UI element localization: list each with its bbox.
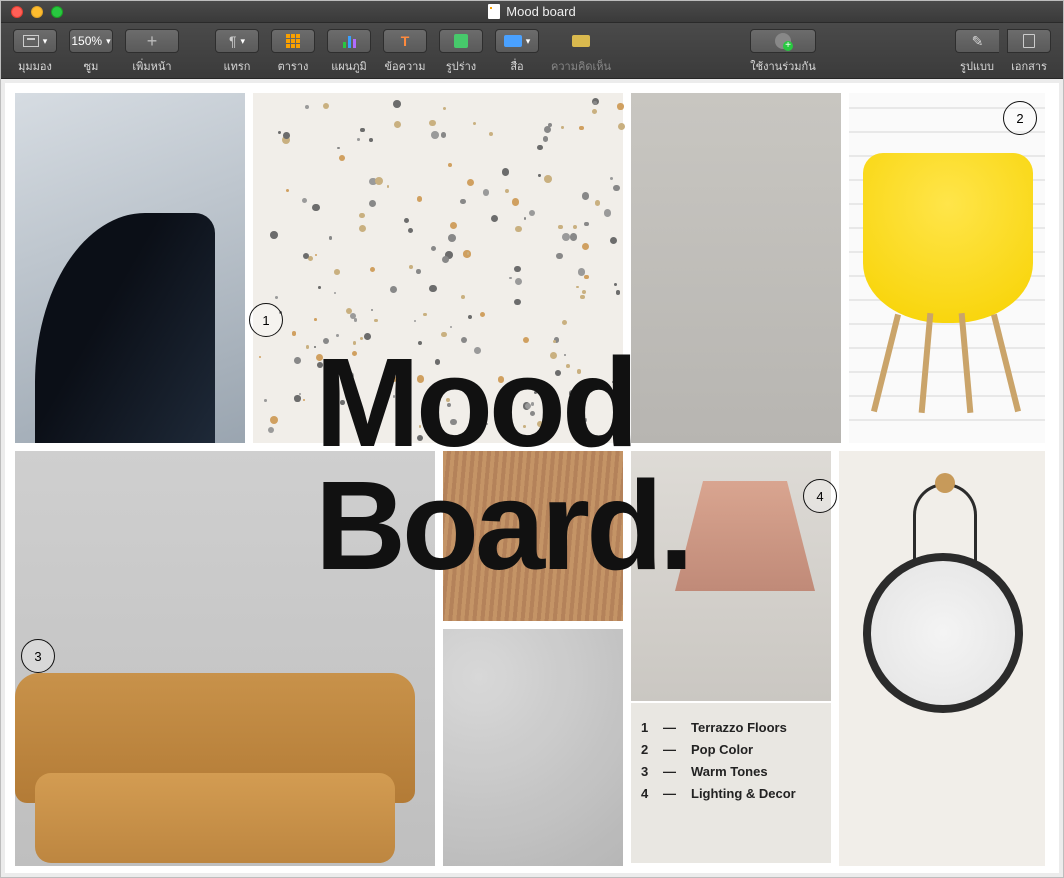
shape-icon — [454, 34, 468, 48]
callout-2[interactable]: 2 — [1003, 101, 1037, 135]
media-icon — [504, 35, 522, 47]
legend-row: 2 — Pop Color — [641, 739, 821, 761]
close-button[interactable] — [11, 6, 23, 18]
format-button[interactable]: ✎ รูปแบบ — [951, 27, 1003, 75]
legend-num: 4 — [641, 783, 653, 805]
image-armchair[interactable] — [15, 93, 245, 443]
legend-label: Warm Tones — [691, 761, 768, 783]
legend-label: Terrazzo Floors — [691, 717, 787, 739]
callout-3[interactable]: 3 — [21, 639, 55, 673]
legend-panel[interactable]: 1 — Terrazzo Floors 2 — Pop Color 3 — Warm Tones… — [631, 703, 831, 863]
document-button[interactable]: เอกสาร — [1003, 27, 1055, 75]
plus-icon: + — [147, 31, 158, 52]
titlebar: Mood board — [1, 1, 1063, 23]
document-icon — [488, 4, 500, 19]
image-leather-sofa[interactable] — [15, 643, 415, 863]
zoom-button[interactable]: 150%▾ ซูม — [65, 27, 117, 75]
legend-dash: — — [663, 783, 681, 805]
minimize-button[interactable] — [31, 6, 43, 18]
legend-num: 1 — [641, 717, 653, 739]
window-title: Mood board — [506, 4, 575, 19]
text-icon: T — [401, 33, 410, 49]
collaborate-button[interactable]: ใช้งานร่วมกัน — [746, 27, 819, 75]
media-button[interactable]: ▾ สื่อ — [491, 27, 543, 75]
legend-row: 4 — Lighting & Decor — [641, 783, 821, 805]
document-canvas[interactable]: 1 — Terrazzo Floors 2 — Pop Color 3 — Warm Tones… — [5, 83, 1059, 873]
table-button[interactable]: ตาราง — [267, 27, 319, 75]
legend-row: 3 — Warm Tones — [641, 761, 821, 783]
insert-button[interactable]: ¶▾ แทรก — [211, 27, 263, 75]
legend-num: 2 — [641, 739, 653, 761]
document-panel-icon — [1023, 34, 1035, 48]
legend-label: Pop Color — [691, 739, 753, 761]
add-page-button[interactable]: + เพิ่มหน้า — [121, 27, 183, 75]
mirror-strap — [913, 483, 977, 563]
image-round-mirror[interactable] — [863, 553, 1023, 713]
legend-dash: — — [663, 717, 681, 739]
collaborate-icon — [775, 33, 791, 49]
view-icon — [23, 35, 39, 47]
callout-4[interactable]: 4 — [803, 479, 837, 513]
chevron-down-icon: ▾ — [106, 36, 111, 47]
app-window: Mood board ▾ มุมมอง 150%▾ ซูม + เพิ่มหน้… — [0, 0, 1064, 878]
format-icon: ✎ — [972, 33, 984, 50]
callout-1[interactable]: 1 — [249, 303, 283, 337]
table-icon — [286, 34, 300, 48]
headline-line1: Mood — [315, 341, 690, 464]
chart-icon — [343, 34, 356, 48]
toolbar: ▾ มุมมอง 150%▾ ซูม + เพิ่มหน้า ¶▾ แทรก ต… — [1, 23, 1063, 79]
headline-text[interactable]: Mood Board. — [315, 341, 690, 588]
image-fur[interactable] — [443, 629, 623, 866]
shape-button[interactable]: รูปร่าง — [435, 27, 487, 75]
legend-row: 1 — Terrazzo Floors — [641, 717, 821, 739]
text-button[interactable]: T ข้อความ — [379, 27, 431, 75]
legend-label: Lighting & Decor — [691, 783, 796, 805]
mirror-knob — [935, 473, 955, 493]
chart-button[interactable]: แผนภูมิ — [323, 27, 375, 75]
legend-dash: — — [663, 761, 681, 783]
comment-button[interactable]: ความคิดเห็น — [547, 27, 615, 75]
image-yellow-chair[interactable] — [863, 153, 1033, 413]
chevron-down-icon: ▾ — [526, 36, 531, 47]
view-button[interactable]: ▾ มุมมอง — [9, 27, 61, 75]
headline-line2: Board. — [315, 464, 690, 587]
comment-icon — [572, 35, 590, 47]
paragraph-icon: ¶ — [229, 33, 237, 49]
zoom-value: 150% — [71, 34, 102, 48]
chevron-down-icon: ▾ — [43, 36, 48, 47]
chevron-down-icon: ▾ — [241, 36, 246, 47]
legend-dash: — — [663, 739, 681, 761]
legend-num: 3 — [641, 761, 653, 783]
maximize-button[interactable] — [51, 6, 63, 18]
